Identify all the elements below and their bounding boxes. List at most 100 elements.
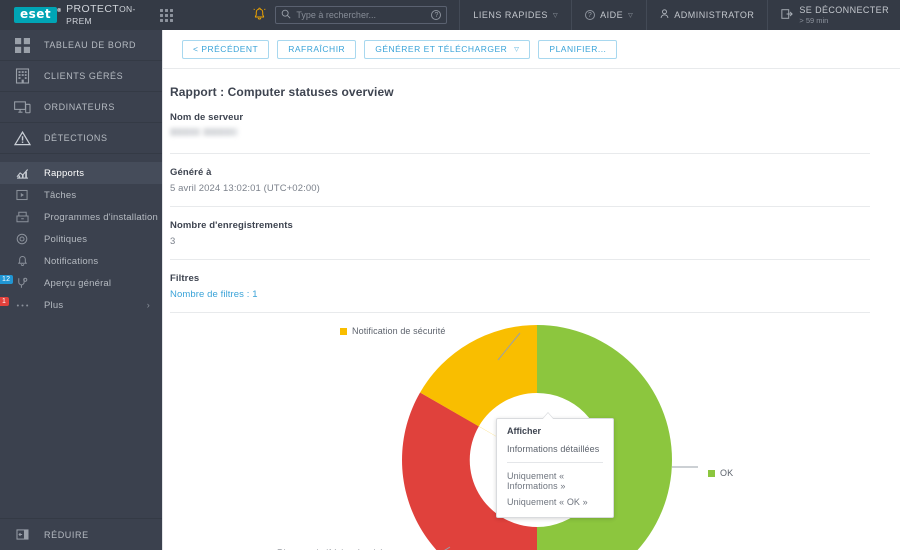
apps-grid-icon[interactable] [160, 9, 173, 22]
user-name-label: ADMINISTRATOR [674, 10, 754, 20]
eset-protect-app: eset® PROTECTON-PREM [0, 0, 900, 550]
report-content: Rapport : Computer statuses overview Nom… [163, 69, 900, 550]
legend-item-security-notification: Notification de sécurité [340, 326, 445, 336]
dashboard-grid-icon [0, 38, 44, 53]
server-name-redacted-value [170, 128, 238, 136]
sidebar-badge-more: 1 [0, 297, 9, 306]
logout-button[interactable]: SE DÉCONNECTER > 59 min [767, 0, 900, 30]
field-value: 3 [170, 231, 870, 247]
sidebar-collapse-button[interactable]: RÉDUIRE [0, 518, 162, 550]
sidebar-spacer [0, 316, 162, 518]
legend-label: OK [720, 468, 733, 478]
collapse-panel-icon [0, 529, 44, 540]
sidebar-badge-overview: 12 [0, 275, 13, 284]
divider [170, 312, 870, 313]
sidebar-item-label: Notifications [44, 256, 98, 267]
logout-label: SE DÉCONNECTER [799, 5, 889, 16]
sidebar-item-managed-clients[interactable]: CLIENTS GÉRÉS [0, 61, 162, 92]
sidebar-item-label: Programmes d'installation [44, 212, 158, 223]
computers-icon [0, 100, 44, 115]
field-record-count: Nombre d'enregistrements 3 [170, 207, 870, 247]
field-filters: Filtres Nombre de filtres : 1 [170, 260, 870, 300]
field-value: 5 avril 2024 13:02:01 (UTC+02:00) [170, 178, 870, 194]
task-play-icon [0, 189, 44, 201]
eset-logo-mark: eset® [14, 7, 57, 23]
question-circle-icon[interactable]: ? [431, 10, 441, 20]
sidebar-item-installers[interactable]: Programmes d'installation [0, 206, 162, 228]
context-menu-separator [507, 462, 603, 463]
sidebar-item-label: TABLEAU DE BORD [44, 40, 136, 50]
product-name-text: PROTECT [66, 3, 119, 15]
building-icon [0, 68, 44, 84]
sidebar-item-dashboard[interactable]: TABLEAU DE BORD [0, 30, 162, 61]
sidebar: TABLEAU DE BORD CLIENTS GÉRÉS [0, 30, 162, 550]
chevron-right-icon: › [147, 300, 150, 310]
sidebar-item-label: Plus [44, 300, 63, 311]
field-label: Généré à [170, 167, 870, 178]
chevron-down-icon: ▽ [628, 12, 633, 19]
chevron-down-icon: ▽ [553, 12, 558, 19]
search-icon [281, 9, 291, 22]
brand-logo[interactable]: eset® PROTECTON-PREM [0, 3, 148, 27]
warning-triangle-icon [0, 131, 44, 146]
sidebar-item-label: CLIENTS GÉRÉS [44, 71, 123, 81]
help-menu[interactable]: ? AIDE ▽ [571, 0, 646, 30]
sidebar-item-label: DÉTECTIONS [44, 133, 108, 143]
sidebar-item-policies[interactable]: Politiques [0, 228, 162, 250]
field-label: Nom de serveur [170, 112, 870, 123]
sidebar-item-rapports[interactable]: Rapports [0, 162, 162, 184]
main-panel: < PRÉCÉDENT RAFRAÎCHIR GÉNÉRER ET TÉLÉCH… [162, 30, 900, 550]
legend-swatch-icon [340, 328, 347, 335]
sidebar-item-detections[interactable]: DÉTECTIONS [0, 123, 162, 154]
chart-context-menu[interactable]: Afficher Informations détaillées Uniquem… [496, 418, 614, 518]
user-avatar-icon [660, 9, 669, 21]
chart-area: Notification de sécurité Risque relatif … [170, 319, 900, 550]
sidebar-item-more[interactable]: 1 Plus › [0, 294, 162, 316]
help-label: AIDE [600, 10, 623, 20]
generate-download-label: GÉNÉRER ET TÉLÉCHARGER [375, 44, 507, 54]
app-body: TABLEAU DE BORD CLIENTS GÉRÉS [0, 30, 900, 550]
logout-icon [781, 8, 793, 23]
sidebar-item-label: Rapports [44, 168, 84, 179]
sidebar-item-notifications[interactable]: Notifications [0, 250, 162, 272]
bell-outline-icon [0, 255, 44, 267]
field-generated-at: Généré à 5 avril 2024 13:02:01 (UTC+02:0… [170, 154, 870, 194]
registered-mark-icon: ® [57, 5, 63, 18]
help-circle-icon: ? [585, 10, 595, 20]
eset-wordmark: eset [20, 7, 51, 21]
context-menu-item-only-ok[interactable]: Uniquement « OK » [497, 494, 613, 510]
field-server-name: Nom de serveur [170, 99, 870, 141]
policy-gear-icon [0, 233, 44, 245]
search-box[interactable]: ? [275, 6, 447, 24]
filters-link[interactable]: Nombre de filtres : 1 [170, 284, 870, 300]
context-menu-item-details[interactable]: Informations détaillées [497, 441, 613, 457]
search-input[interactable] [291, 10, 431, 20]
legend-swatch-icon [708, 470, 715, 477]
sidebar-item-overview[interactable]: 12 Aperçu général [0, 272, 162, 294]
field-label: Filtres [170, 273, 870, 284]
legend-item-ok: OK [708, 468, 733, 478]
field-label: Nombre d'enregistrements [170, 220, 870, 231]
generate-download-button[interactable]: GÉNÉRER ET TÉLÉCHARGER ▽ [364, 40, 530, 59]
product-name: PROTECTON-PREM [66, 3, 148, 27]
legend-label: Notification de sécurité [352, 326, 445, 336]
back-button[interactable]: < PRÉCÉDENT [182, 40, 269, 59]
quick-links-label: LIENS RAPIDES [473, 10, 548, 20]
chart-report-icon [0, 168, 44, 179]
top-bar-right: ? LIENS RAPIDES ▽ ? AIDE ▽ ADMINISTRATOR [244, 0, 900, 30]
top-bar: eset® PROTECTON-PREM [0, 0, 900, 30]
sidebar-item-taches[interactable]: Tâches [0, 184, 162, 206]
sidebar-item-label: Politiques [44, 234, 87, 245]
chevron-down-icon: ▽ [514, 46, 519, 53]
refresh-button[interactable]: RAFRAÎCHIR [277, 40, 356, 59]
quick-links-menu[interactable]: LIENS RAPIDES ▽ [459, 0, 571, 30]
user-menu[interactable]: ADMINISTRATOR [646, 0, 767, 30]
installer-box-icon [0, 211, 44, 223]
schedule-button[interactable]: PLANIFIER... [538, 40, 617, 59]
sidebar-item-computers[interactable]: ORDINATEURS [0, 92, 162, 123]
notification-bell-icon[interactable] [244, 7, 275, 23]
sidebar-collapse-label: RÉDUIRE [44, 530, 89, 540]
sidebar-item-label: Tâches [44, 190, 76, 201]
context-menu-item-only-information[interactable]: Uniquement « Informations » [497, 468, 613, 494]
page-title: Rapport : Computer statuses overview [170, 69, 870, 99]
